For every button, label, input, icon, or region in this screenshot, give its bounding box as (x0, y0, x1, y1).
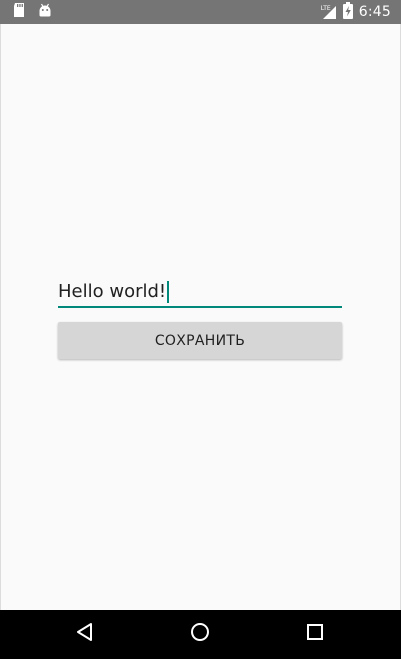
status-time: 6:45 (358, 4, 391, 20)
home-button[interactable] (188, 622, 212, 646)
status-system: LTE 6:45 (321, 0, 391, 24)
left-edge-divider (0, 0, 1, 610)
back-button[interactable] (73, 622, 97, 646)
recents-button[interactable] (303, 622, 327, 646)
battery-charging-icon (342, 1, 353, 23)
sd-card-icon (12, 2, 26, 22)
text-cursor (167, 281, 170, 303)
app-screen: LTE 6:45 Hello world! СОХРАНИТЬ (0, 0, 401, 659)
save-button[interactable]: СОХРАНИТЬ (58, 322, 342, 359)
signal-icon: LTE (321, 4, 337, 20)
text-input[interactable]: Hello world! (58, 278, 342, 308)
back-icon (75, 622, 95, 646)
text-input-value[interactable]: Hello world! (58, 278, 166, 306)
android-icon (38, 2, 52, 22)
status-bar: LTE 6:45 (0, 0, 401, 24)
home-icon (190, 622, 210, 646)
recents-icon (305, 622, 325, 646)
network-type-label: LTE (320, 5, 331, 12)
navigation-bar (0, 610, 401, 659)
status-notifications (12, 3, 52, 21)
